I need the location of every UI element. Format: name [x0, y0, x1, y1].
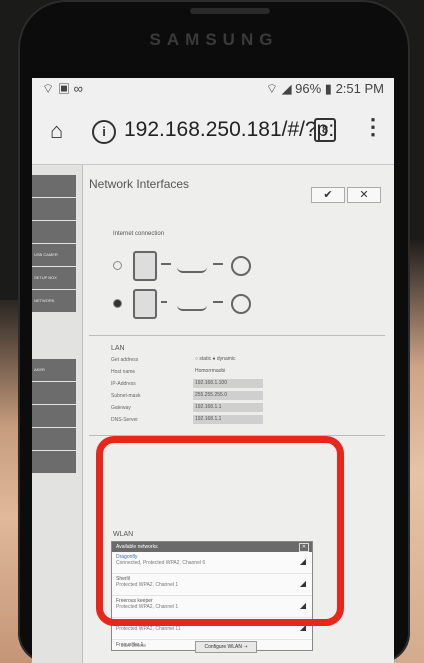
available-networks-list: Available networks ✕ Dragonfly Connected… [111, 541, 313, 651]
sidebar: USB CAMER SETUP BOX NETWORK AKER [32, 175, 76, 473]
lan-label: Gateway [111, 405, 131, 411]
network-desc: Protected WPA2, Channel 1 [116, 582, 179, 588]
sidebar-item[interactable] [32, 221, 76, 243]
browser-address-bar: ⌂ i 192.168.250.181/#/?p: 8 ⋮ [32, 100, 394, 165]
close-button[interactable]: ✕ [347, 187, 381, 203]
globe-icon [231, 256, 251, 276]
confirm-button[interactable]: ✔ [311, 187, 345, 203]
sidebar-item[interactable]: NETWORK [32, 290, 76, 312]
lan-label: DNS-Server [111, 417, 138, 423]
sidebar-item[interactable] [32, 382, 76, 404]
lan-host-name: Homorrmaobi [195, 368, 226, 374]
web-content: USB CAMER SETUP BOX NETWORK AKER Network… [32, 165, 394, 663]
network-desc: Protected WPA2, Channel 11 [116, 626, 181, 632]
signal-icon: ◢ [299, 623, 306, 632]
list-header-label: Available networks [116, 544, 158, 550]
list-item[interactable]: Sherlil Protected WPA2, Channel 1 ◢ [112, 574, 312, 596]
router-icon [133, 289, 157, 319]
network-desc: Connected, Protected WPA2, Channel 6 [116, 560, 206, 566]
network-name: Dragonfly [116, 554, 138, 560]
link-dash [213, 263, 223, 265]
network-name: Freerous keeper [116, 598, 153, 604]
earpiece [190, 8, 270, 14]
list-header: Available networks ✕ [112, 542, 312, 552]
phone-brand-logo: SAMSUNG [149, 30, 279, 49]
configure-wlan-button[interactable]: Configure WLAN ⇢ [195, 641, 257, 653]
link-dash [213, 301, 223, 303]
link-dash [161, 263, 171, 265]
internet-connection-label: Internet connection [113, 231, 165, 237]
sidebar-item[interactable] [32, 451, 76, 473]
lan-label: Get address [111, 357, 139, 363]
lan-label: Subnet-mask [111, 393, 141, 399]
home-icon[interactable]: ⌂ [50, 118, 63, 144]
lan-subnet-field[interactable]: 255.255.255.0 [193, 391, 263, 400]
sidebar-item[interactable] [32, 175, 76, 197]
list-item[interactable]: Freerous keeper Protected WPA2, Channel … [112, 596, 312, 618]
cable-icon [177, 295, 207, 311]
info-icon[interactable]: i [92, 120, 116, 144]
network-name: Sherlil [116, 576, 130, 582]
join-delete-buttons[interactable]: Join Delete [121, 643, 146, 649]
sidebar-item[interactable] [32, 428, 76, 450]
wlan-section: WLAN Available networks ✕ Dragonfly Conn… [103, 525, 323, 657]
phone-screen: ⌔ ▣ ∞ ⌔ ◢ 96% ▮ 2:51 PM ⌂ i 192.168.250.… [32, 78, 394, 663]
page-title: Network Interfaces [89, 177, 190, 191]
network-interfaces-panel: Network Interfaces ✔ ✕ Internet connecti… [82, 165, 394, 663]
status-bar: ⌔ ▣ ∞ ⌔ ◢ 96% ▮ 2:51 PM [32, 78, 394, 100]
list-item[interactable]: Freouse Protected WPA2, Channel 11 ◢ [112, 618, 312, 640]
lan-ip-field[interactable]: 192.168.1.100 [193, 379, 263, 388]
lan-title: LAN [111, 345, 125, 352]
signal-icon: ◢ [299, 579, 306, 588]
list-item[interactable]: Dragonfly Connected, Protected WPA2, Cha… [112, 552, 312, 574]
tab-count-button[interactable]: 8 [314, 118, 336, 142]
connection-option-wireless[interactable] [113, 289, 283, 319]
sidebar-item[interactable] [32, 198, 76, 220]
globe-icon [231, 294, 251, 314]
url-input[interactable]: 192.168.250.181/#/?p: [124, 118, 334, 142]
router-icon [133, 251, 157, 281]
cable-icon [177, 257, 207, 273]
lan-address-mode[interactable]: ○ static ● dynamic [193, 355, 263, 364]
wifi-waves-icon [161, 301, 167, 303]
sidebar-item[interactable]: SETUP BOX [32, 267, 76, 289]
lan-gateway-field[interactable]: 192.168.1.1 [193, 403, 263, 412]
lan-dns-field[interactable]: 192.168.1.1 [193, 415, 263, 424]
divider [89, 335, 385, 336]
lan-label: IP-Address [111, 381, 136, 387]
close-icon[interactable]: ✕ [299, 543, 309, 552]
network-desc: Protected WPA2, Channel 1 [116, 604, 179, 610]
radio-wired[interactable] [113, 261, 122, 270]
radio-wireless[interactable] [113, 299, 122, 308]
connection-option-wired[interactable] [113, 251, 283, 281]
status-icons-left: ⌔ ▣ ∞ [42, 81, 83, 96]
more-vert-icon[interactable]: ⋮ [362, 114, 384, 140]
sidebar-item[interactable]: AKER [32, 359, 76, 381]
sidebar-item[interactable]: USB CAMER [32, 244, 76, 266]
lan-label: Host name [111, 369, 136, 375]
wlan-title: WLAN [113, 531, 134, 538]
signal-icon: ◢ [299, 601, 306, 610]
network-name: Freouse [116, 620, 135, 626]
signal-icon: ◢ [299, 557, 306, 566]
divider [89, 435, 385, 436]
sidebar-item[interactable] [32, 405, 76, 427]
status-icons-right: ⌔ ◢ 96% ▮ 2:51 PM [265, 81, 384, 96]
